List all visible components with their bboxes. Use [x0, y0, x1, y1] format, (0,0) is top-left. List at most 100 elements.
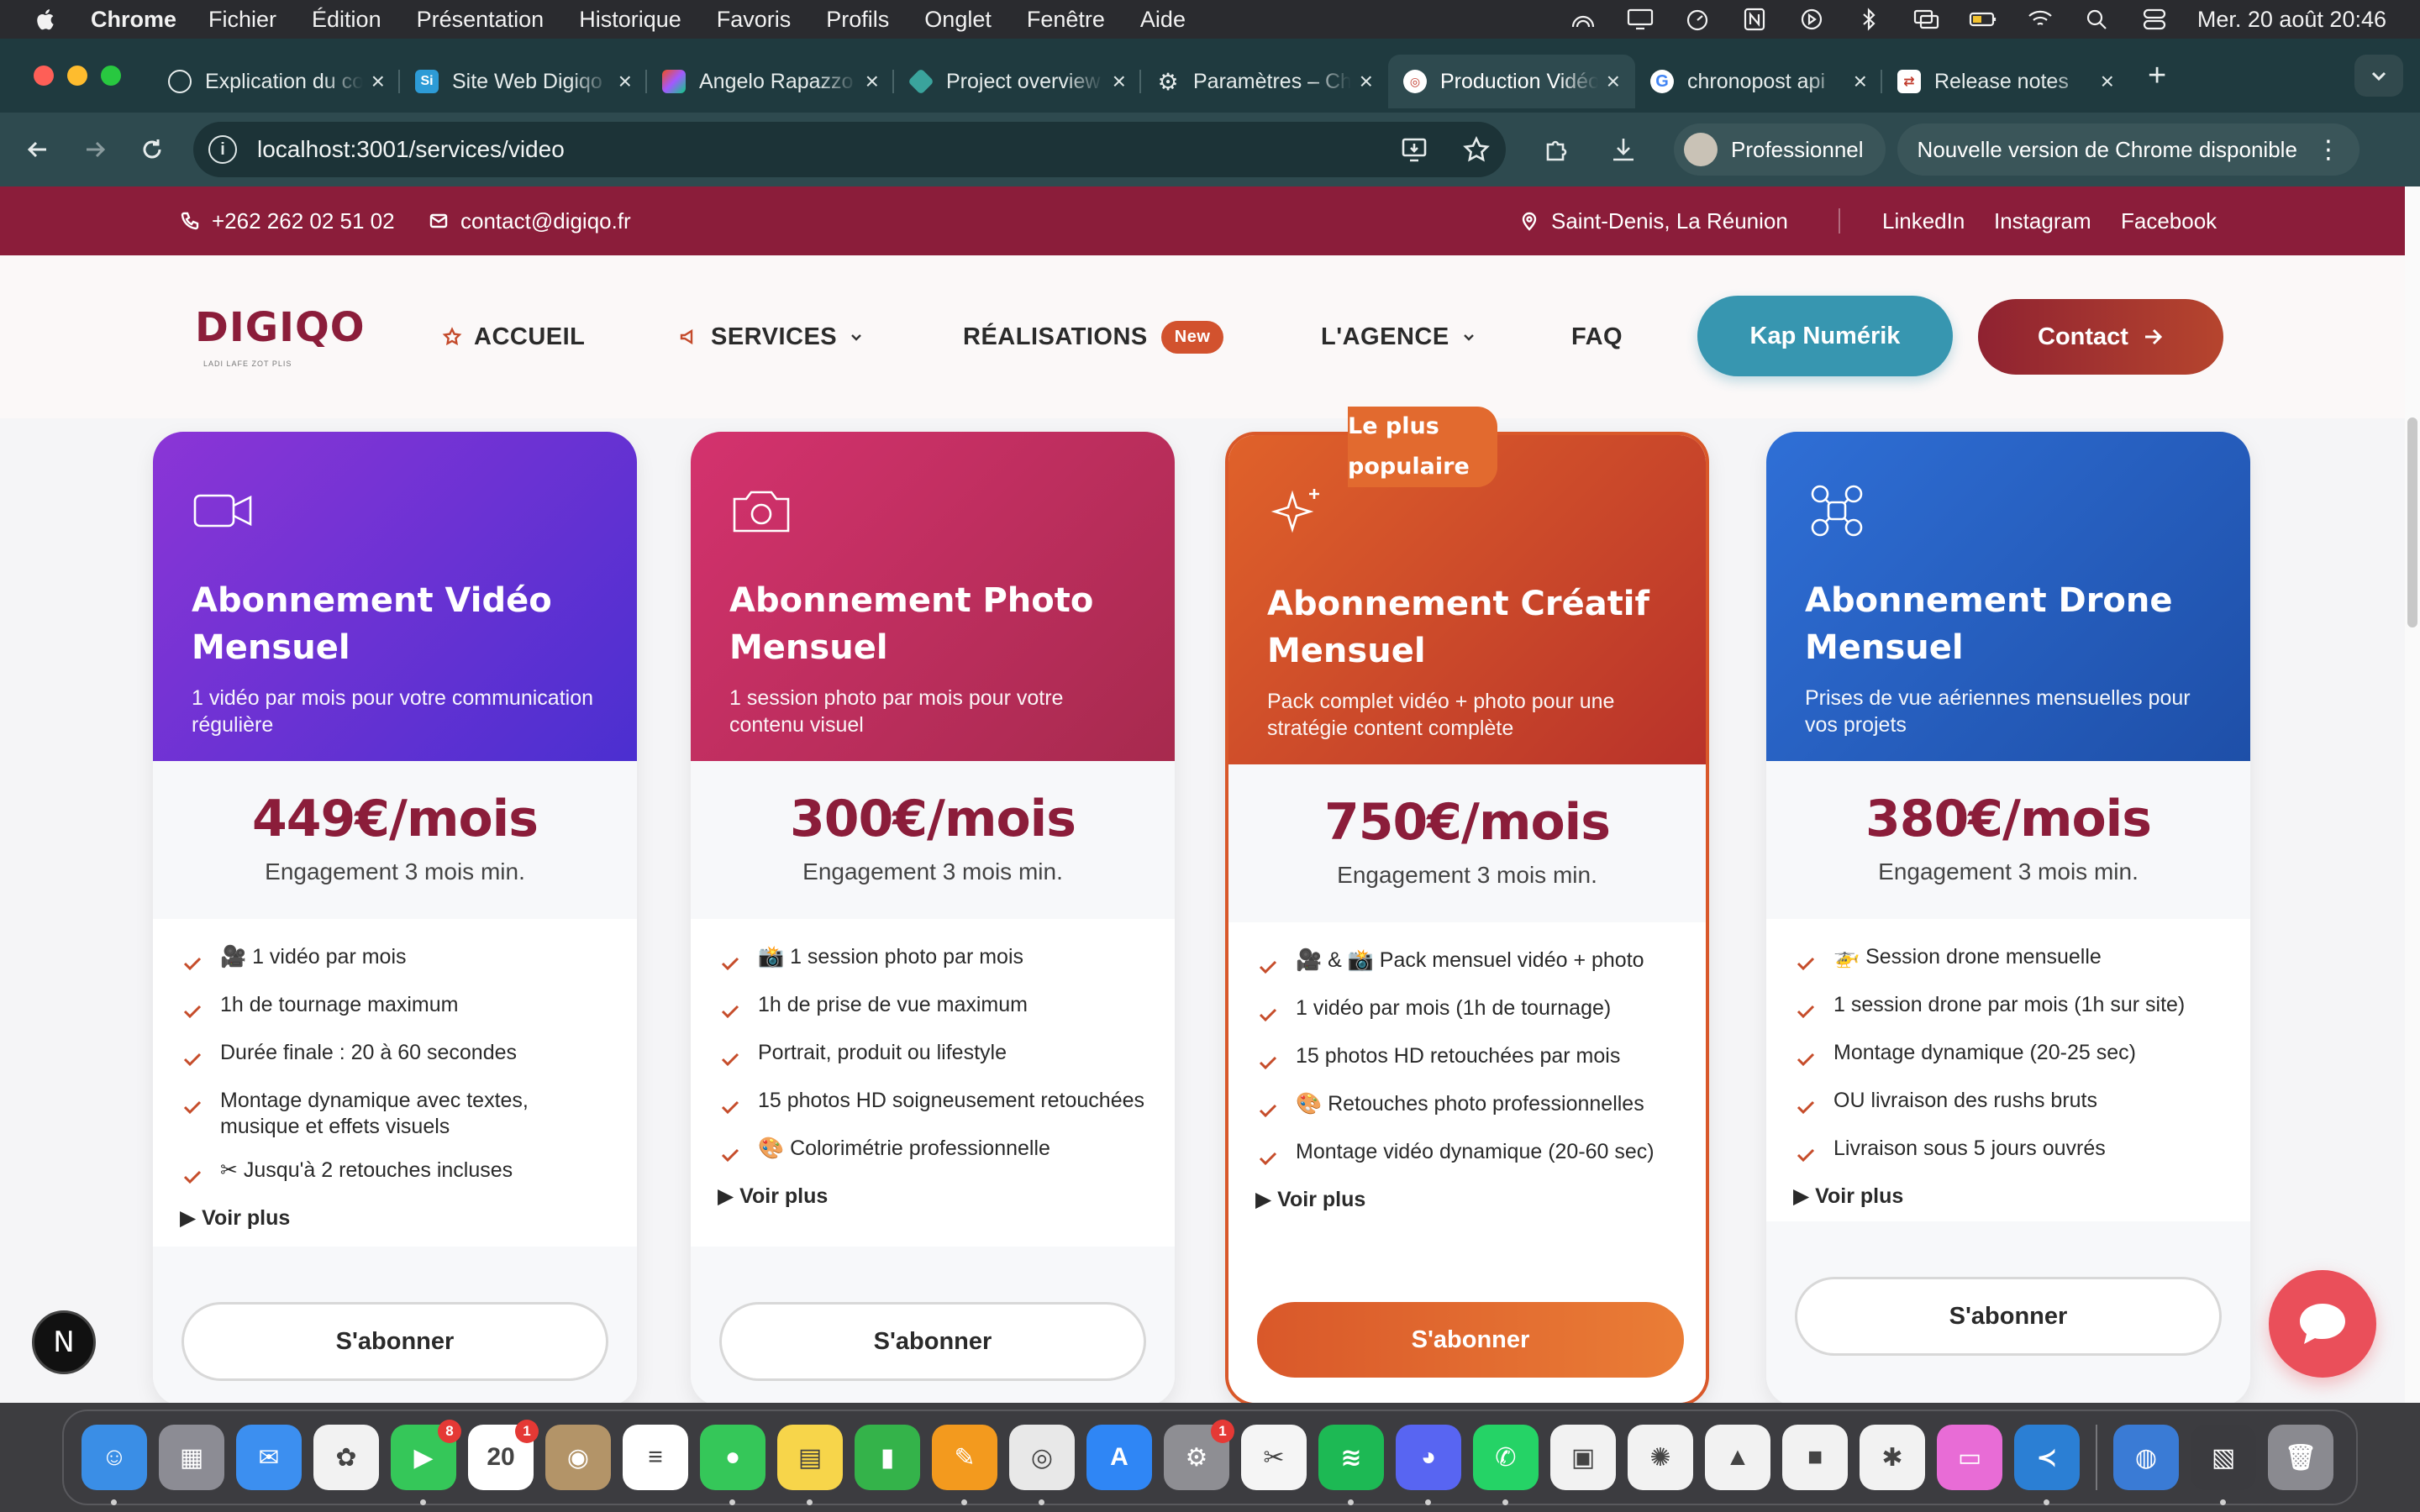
tab-production-video[interactable]: ◎ Production Vidéo × [1388, 55, 1635, 108]
kap-numerik-button[interactable]: Kap Numérik [1697, 296, 1953, 376]
profile-button[interactable]: Professionnel [1674, 123, 1886, 176]
dock-calendar-icon[interactable]: 20 1 [468, 1420, 539, 1490]
tab-explication[interactable]: Explication du code × [153, 55, 400, 108]
dock-whatsapp-icon[interactable]: ✆ [1473, 1425, 1539, 1505]
subscribe-button[interactable]: S'abonner [1795, 1277, 2222, 1356]
dock-app-store-icon[interactable]: A [1086, 1425, 1152, 1490]
menu-aide[interactable]: Aide [1140, 7, 1186, 33]
spotlight-search-icon[interactable] [2083, 7, 2112, 32]
close-icon[interactable]: × [1360, 68, 1373, 95]
chat-button[interactable] [2269, 1270, 2376, 1378]
page-scrollbar[interactable] [2405, 186, 2420, 1403]
close-icon[interactable]: × [1854, 68, 1867, 95]
nav-faq[interactable]: FAQ [1571, 255, 1623, 418]
subscribe-button[interactable]: S'abonner [719, 1302, 1146, 1381]
minimize-window-button[interactable] [67, 66, 87, 86]
see-more-toggle[interactable]: ▶ Voir plus [1766, 1184, 2250, 1209]
close-icon[interactable]: × [1607, 68, 1620, 95]
dock-system-settings-icon[interactable]: ⚙ 1 [1164, 1420, 1234, 1490]
close-icon[interactable]: × [2101, 68, 2114, 95]
url-text[interactable]: localhost:3001/services/video [257, 136, 565, 163]
tab-search-button[interactable] [2354, 55, 2403, 97]
more-menu-icon[interactable]: ⋮ [2316, 135, 2341, 165]
dock-messages-icon[interactable]: ● [700, 1425, 765, 1505]
dock-numbers-icon[interactable]: ▮ [855, 1425, 920, 1490]
menu-datetime[interactable]: Mer. 20 août 20:46 [2197, 7, 2386, 33]
tab-angelo[interactable]: Angelo Rapazzo × [647, 55, 894, 108]
reload-button[interactable] [133, 130, 171, 169]
install-app-icon[interactable] [1400, 135, 1428, 164]
menu-favoris[interactable]: Favoris [717, 7, 792, 33]
close-window-button[interactable] [34, 66, 54, 86]
menu-onglet[interactable]: Onglet [924, 7, 992, 33]
subscribe-button[interactable]: S'abonner [1257, 1302, 1684, 1378]
see-more-toggle[interactable]: ▶ Voir plus [1228, 1187, 1706, 1212]
nextjs-dev-badge[interactable]: N [32, 1310, 96, 1374]
email-link[interactable]: contact@digiqo.fr [429, 208, 631, 234]
close-icon[interactable]: × [865, 68, 879, 95]
dock-google-meet-icon[interactable]: ■ [1782, 1425, 1848, 1490]
dock-google-chat-icon[interactable]: ▣ [1550, 1425, 1616, 1490]
dock-launchpad-icon[interactable]: ▦ [159, 1425, 224, 1490]
menu-fenetre[interactable]: Fenêtre [1027, 7, 1105, 33]
close-icon[interactable]: × [618, 68, 632, 95]
gauge-icon[interactable] [1683, 7, 1712, 32]
dock-google-drive-icon[interactable]: ▲ [1705, 1425, 1770, 1490]
dock-vscode-icon[interactable]: ≺ [2014, 1425, 2080, 1505]
close-icon[interactable]: × [371, 68, 385, 95]
dock-capcut-icon[interactable]: ✂ [1241, 1425, 1307, 1490]
instagram-link[interactable]: Instagram [1994, 208, 2091, 234]
screen-share-icon[interactable] [1626, 7, 1655, 32]
menu-app-name[interactable]: Chrome [91, 7, 176, 33]
play-icon[interactable] [1797, 7, 1826, 32]
dock-photos-icon[interactable]: ✿ [313, 1425, 379, 1490]
site-logo[interactable]: DIGIQO LADI LAFE ZOT PLIS [195, 304, 365, 371]
tab-site-web[interactable]: Si Site Web Digiqo × [400, 55, 647, 108]
phone-link[interactable]: +262 262 02 51 02 [180, 208, 395, 234]
dock-chrome-icon[interactable]: ◎ [1009, 1425, 1075, 1505]
downloads-button[interactable] [1607, 133, 1640, 166]
tab-release-notes[interactable]: ⇄ Release notes × [1882, 55, 2129, 108]
dock-google-photos-icon[interactable]: ✺ [1628, 1425, 1693, 1490]
tab-project[interactable]: Project overview × [894, 55, 1141, 108]
linkedin-link[interactable]: LinkedIn [1882, 208, 1965, 234]
battery-icon[interactable] [1969, 7, 1997, 32]
dock-screen-recorder-icon[interactable]: ▭ [1937, 1425, 2002, 1490]
extensions-button[interactable] [1539, 133, 1573, 166]
dock-slack-icon[interactable]: ✱ [1860, 1425, 1925, 1490]
back-button[interactable] [18, 130, 57, 169]
nav-agence[interactable]: L'AGENCE [1321, 255, 1476, 418]
address-bar[interactable]: i localhost:3001/services/video [193, 122, 1506, 177]
dock-notes-icon[interactable]: ▤ [777, 1425, 843, 1505]
dock-discord-icon[interactable]: ◕ [1396, 1425, 1461, 1505]
chrome-update-button[interactable]: Nouvelle version de Chrome disponible ⋮ [1897, 123, 2360, 176]
control-center-icon[interactable] [2140, 7, 2169, 32]
contact-button[interactable]: Contact [1978, 299, 2223, 375]
nav-accueil[interactable]: ACCUEIL [442, 255, 585, 418]
menu-presentation[interactable]: Présentation [417, 7, 544, 33]
wifi-icon[interactable] [2026, 7, 2054, 32]
dock-facetime-icon[interactable]: ▶ 8 [391, 1420, 461, 1505]
dock-contacts-icon[interactable]: ◉ [545, 1425, 611, 1490]
site-info-icon[interactable]: i [208, 135, 237, 164]
subscribe-button[interactable]: S'abonner [182, 1302, 608, 1381]
creative-cloud-icon[interactable] [1569, 7, 1597, 32]
tab-parametres[interactable]: ⚙ Paramètres – Chrome × [1141, 55, 1388, 108]
see-more-toggle[interactable]: ▶ Voir plus [691, 1184, 1175, 1209]
bluetooth-icon[interactable] [1854, 7, 1883, 32]
apple-icon[interactable] [34, 7, 59, 32]
menu-fichier[interactable]: Fichier [208, 7, 276, 33]
facebook-link[interactable]: Facebook [2121, 208, 2217, 234]
zoom-window-button[interactable] [101, 66, 121, 86]
bookmark-star-icon[interactable] [1462, 135, 1491, 164]
dock-pages-icon[interactable]: ✎ [932, 1425, 997, 1505]
menu-edition[interactable]: Édition [312, 7, 381, 33]
dock-screenshot-stack-icon[interactable]: ▧ [2191, 1425, 2256, 1505]
nav-services[interactable]: SERVICES [679, 255, 864, 418]
dock-trash-icon[interactable]: 🗑 [2268, 1425, 2333, 1490]
menu-profils[interactable]: Profils [826, 7, 889, 33]
new-tab-button[interactable]: + [2148, 58, 2166, 94]
dock-reminders-icon[interactable]: ≡ [623, 1425, 688, 1490]
dock-globe-icon[interactable]: ◍ [2113, 1425, 2179, 1490]
dock-finder-icon[interactable]: ☺ [82, 1425, 147, 1505]
